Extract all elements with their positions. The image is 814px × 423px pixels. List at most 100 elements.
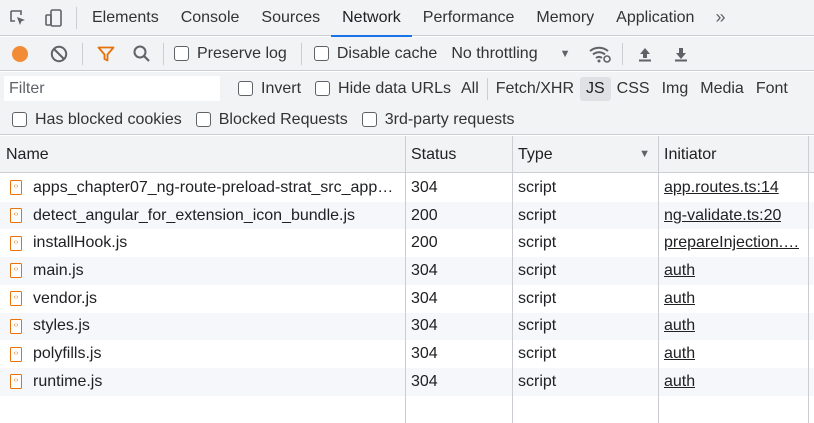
initiator-link[interactable]: app.routes.ts:14 xyxy=(664,179,779,197)
request-initiator-cell: app.routes.ts:14 xyxy=(658,174,808,202)
third-party-requests-label: 3rd-party requests xyxy=(384,110,515,128)
toolbar-divider xyxy=(622,42,624,65)
script-file-icon xyxy=(10,374,22,390)
invert-box[interactable] xyxy=(238,81,253,96)
script-file-icon xyxy=(10,318,22,334)
hide-data-urls-box[interactable] xyxy=(315,81,331,96)
script-file-icon xyxy=(10,180,22,196)
column-divider[interactable] xyxy=(405,136,406,423)
initiator-link[interactable]: auth xyxy=(664,290,695,308)
blocked-requests-label: Blocked Requests xyxy=(218,110,348,128)
more-tabs-chevron-icon[interactable]: » xyxy=(715,7,725,28)
request-name-cell[interactable]: polyfills.js xyxy=(0,340,405,368)
table-row[interactable]: vendor.js 304 script auth xyxy=(0,285,814,313)
filter-bar: Invert Hide data URLs All Fetch/XHR JS C… xyxy=(0,72,814,105)
clear-icon[interactable] xyxy=(40,37,78,71)
script-file-icon xyxy=(10,235,22,251)
filter-type-media[interactable]: Media xyxy=(694,77,750,101)
request-initiator-cell: auth xyxy=(658,368,808,396)
toolbar-divider xyxy=(82,42,83,65)
filter-type-img[interactable]: Img xyxy=(656,77,695,101)
request-name-cell[interactable]: styles.js xyxy=(0,313,405,341)
request-name-cell[interactable]: detect_angular_for_extension_icon_bundle… xyxy=(0,202,405,230)
column-divider[interactable] xyxy=(808,136,809,423)
initiator-link[interactable]: auth xyxy=(664,345,695,363)
request-type: script xyxy=(518,317,557,335)
table-row[interactable]: apps_chapter07_ng-route-preload-strat_sr… xyxy=(0,174,814,202)
preserve-log-box[interactable] xyxy=(174,46,189,61)
request-name-cell[interactable]: apps_chapter07_ng-route-preload-strat_sr… xyxy=(0,174,405,202)
table-row[interactable]: polyfills.js 304 script auth xyxy=(0,340,814,368)
initiator-link[interactable]: auth xyxy=(664,262,695,280)
table-header: Name Status Type ▼ Initiator xyxy=(0,136,814,173)
script-file-icon xyxy=(10,208,22,224)
request-status: 304 xyxy=(411,372,438,390)
request-name-cell[interactable]: installHook.js xyxy=(0,229,405,257)
table-row[interactable]: runtime.js 304 script auth xyxy=(0,367,814,396)
request-type: script xyxy=(518,345,557,363)
import-har-upload-icon[interactable] xyxy=(627,37,663,71)
filter-type-js[interactable]: JS xyxy=(580,76,611,101)
request-name-cell[interactable]: runtime.js xyxy=(0,368,405,396)
search-icon[interactable] xyxy=(125,37,159,71)
third-party-requests-checkbox[interactable]: 3rd-party requests xyxy=(361,110,515,129)
disable-cache-box[interactable] xyxy=(313,46,329,61)
export-har-download-icon[interactable] xyxy=(663,37,699,71)
has-blocked-cookies-checkbox[interactable]: Has blocked cookies xyxy=(12,111,182,129)
script-file-icon xyxy=(10,291,22,307)
initiator-link[interactable]: auth xyxy=(664,373,695,391)
script-file-icon xyxy=(10,263,22,279)
request-name-cell[interactable]: vendor.js xyxy=(0,285,405,313)
request-status: 304 xyxy=(411,289,438,307)
throttling-select[interactable]: No throttling ▼ xyxy=(451,45,570,63)
tab-application[interactable]: Application xyxy=(605,0,705,36)
table-row[interactable]: main.js 304 script auth xyxy=(0,257,814,285)
request-type: script xyxy=(518,372,557,390)
third-party-requests-box[interactable] xyxy=(361,112,377,127)
request-status: 200 xyxy=(411,206,438,224)
preserve-log-checkbox[interactable]: Preserve log xyxy=(174,45,287,63)
column-header-status[interactable]: Status xyxy=(405,136,456,173)
preserve-log-label: Preserve log xyxy=(197,44,287,62)
request-name: installHook.js xyxy=(33,234,128,252)
column-divider[interactable] xyxy=(658,136,659,423)
filter-type-fetch-xhr[interactable]: Fetch/XHR xyxy=(490,77,580,101)
initiator-link[interactable]: auth xyxy=(664,317,695,335)
table-row[interactable]: styles.js 304 script auth xyxy=(0,312,814,341)
tab-memory[interactable]: Memory xyxy=(525,0,605,36)
sort-descending-icon[interactable]: ▼ xyxy=(639,136,650,173)
tab-performance[interactable]: Performance xyxy=(412,0,526,36)
network-conditions-wifi-icon[interactable] xyxy=(582,37,618,71)
filter-input[interactable] xyxy=(4,76,220,101)
filter-type-css[interactable]: CSS xyxy=(611,77,656,101)
tab-console[interactable]: Console xyxy=(170,0,251,36)
filter-type-all[interactable]: All xyxy=(455,77,485,101)
hide-data-urls-checkbox[interactable]: Hide data URLs xyxy=(315,80,451,98)
toolbar-divider xyxy=(76,6,77,29)
has-blocked-cookies-box[interactable] xyxy=(12,112,27,127)
table-row[interactable]: detect_angular_for_extension_icon_bundle… xyxy=(0,201,814,230)
devtools-tab-strip: Elements Console Sources Network Perform… xyxy=(0,0,814,37)
record-button[interactable] xyxy=(0,37,40,71)
tab-sources[interactable]: Sources xyxy=(250,0,331,36)
column-divider[interactable] xyxy=(512,136,513,423)
request-name-cell[interactable]: main.js xyxy=(0,257,405,285)
tab-elements[interactable]: Elements xyxy=(81,0,170,36)
filter-type-font[interactable]: Font xyxy=(750,77,794,101)
tab-network[interactable]: Network xyxy=(331,0,412,37)
filter-funnel-icon[interactable] xyxy=(87,37,125,71)
column-header-type[interactable]: Type ▼ xyxy=(512,136,658,173)
initiator-link[interactable]: prepareInjection.… xyxy=(664,234,799,252)
inspect-element-icon[interactable] xyxy=(0,0,36,36)
initiator-link[interactable]: ng-validate.ts:20 xyxy=(664,207,781,225)
device-toolbar-icon[interactable] xyxy=(36,0,72,36)
column-header-initiator[interactable]: Initiator xyxy=(658,136,716,173)
table-row[interactable]: installHook.js 200 script prepareInjection.… xyxy=(0,229,814,257)
invert-checkbox[interactable]: Invert xyxy=(238,80,301,98)
column-header-name[interactable]: Name xyxy=(0,136,49,173)
blocked-requests-box[interactable] xyxy=(195,112,211,127)
disable-cache-checkbox[interactable]: Disable cache xyxy=(313,45,437,63)
blocked-requests-checkbox[interactable]: Blocked Requests xyxy=(195,110,348,129)
request-name: runtime.js xyxy=(33,372,103,390)
request-initiator-cell: auth xyxy=(658,257,808,285)
